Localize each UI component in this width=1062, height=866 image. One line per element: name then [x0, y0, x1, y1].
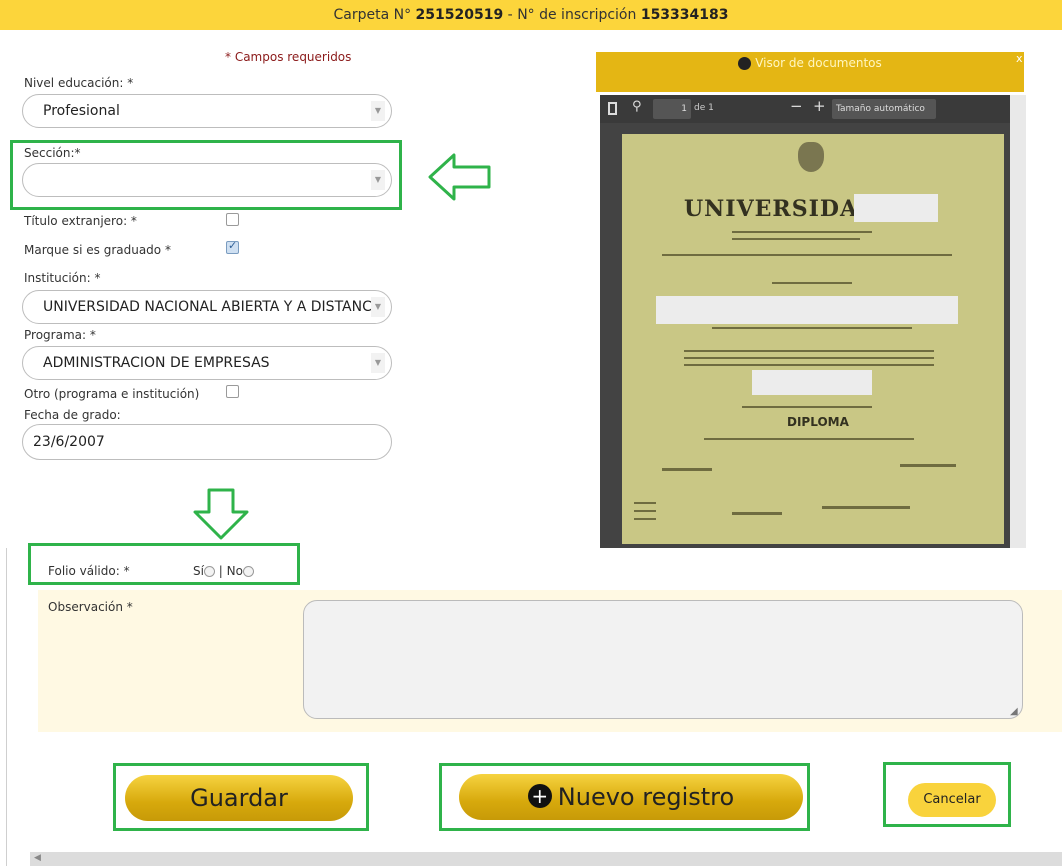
arrow-down-icon — [193, 488, 249, 540]
plus-circle-icon: + — [527, 784, 552, 808]
arrow-left-icon — [428, 153, 491, 201]
guardar-button[interactable]: Guardar — [125, 775, 353, 821]
folio-no-radio[interactable] — [242, 566, 254, 577]
diploma-text-line — [742, 406, 872, 408]
programa-select[interactable]: ADMINISTRACION DE EMPRESAS ▼ — [22, 346, 392, 380]
diploma-text-line — [662, 254, 952, 256]
institucion-label: Institución: * — [24, 271, 101, 285]
cancelar-button[interactable]: Cancelar — [908, 783, 996, 817]
signature-mark — [732, 512, 782, 515]
chevron-down-icon: ▼ — [371, 170, 385, 190]
search-icon[interactable]: ⚲ — [632, 99, 642, 114]
chevron-down-icon: ▼ — [371, 353, 385, 373]
observacion-textarea[interactable] — [303, 600, 1023, 719]
pdf-toolbar: ⚲ 1 de 1 − + Tamaño automático — [600, 95, 1010, 123]
carpeta-label: Carpeta N° — [333, 7, 412, 23]
seccion-select[interactable]: ▼ — [22, 163, 392, 197]
otro-checkbox[interactable] — [226, 385, 239, 398]
diploma-text-line — [634, 502, 656, 504]
inscripcion-label: N° de inscripción — [517, 7, 637, 23]
folio-valido-label: Folio válido: * — [48, 564, 130, 578]
chevron-down-icon: ▼ — [371, 101, 385, 121]
folio-yes-radio[interactable] — [203, 566, 215, 577]
nuevo-registro-button[interactable]: + Nuevo registro — [459, 774, 803, 820]
fecha-grado-label: Fecha de grado: — [24, 408, 121, 422]
inscripcion-number: 153334183 — [640, 7, 729, 23]
redacted-block — [854, 194, 938, 222]
redacted-block — [752, 370, 872, 395]
scroll-left-icon[interactable]: ◀ — [34, 853, 41, 863]
zoom-select[interactable]: Tamaño automático — [832, 99, 936, 119]
diploma-text-line — [772, 282, 852, 284]
diploma-text-line — [712, 327, 912, 329]
seccion-label: Sección:* — [24, 146, 81, 160]
programa-label: Programa: * — [24, 328, 96, 342]
signature-mark — [900, 464, 956, 467]
viewer-scrollbar[interactable] — [1010, 95, 1026, 548]
nivel-educacion-value: Profesional — [43, 103, 120, 119]
coat-of-arms-icon — [798, 142, 824, 172]
nivel-educacion-label: Nivel educación: * — [24, 76, 134, 90]
signature-mark — [822, 506, 910, 509]
diploma-text-line — [704, 438, 914, 440]
graduado-label: Marque si es graduado * — [24, 243, 171, 257]
diploma-text-line — [634, 518, 656, 520]
required-fields-note: * Campos requeridos — [225, 50, 352, 64]
folio-no-label: No — [226, 564, 243, 578]
diploma-text-line — [732, 238, 860, 240]
titulo-extranjero-label: Título extranjero: * — [24, 214, 137, 228]
otro-label: Otro (programa e institución) — [24, 387, 200, 401]
folder-banner: Carpeta N° 251520519 - N° de inscripción… — [0, 0, 1062, 30]
diploma-text-line — [684, 364, 934, 366]
titulo-extranjero-checkbox[interactable] — [226, 213, 239, 226]
observacion-label: Observación * — [48, 600, 133, 614]
diploma-text-line — [732, 231, 872, 233]
folio-separator: | — [218, 564, 223, 578]
viewer-logo-icon — [738, 57, 752, 70]
nivel-educacion-select[interactable]: Profesional ▼ — [22, 94, 392, 128]
zoom-out-button[interactable]: − — [790, 97, 803, 115]
banner-separator: - — [507, 7, 513, 23]
viewer-close-button[interactable]: x — [1016, 52, 1023, 65]
sidebar-toggle-icon[interactable] — [608, 102, 617, 115]
panel-border — [6, 548, 7, 866]
diploma-text-line — [684, 350, 934, 352]
signature-mark — [662, 468, 712, 471]
nuevo-registro-label: Nuevo registro — [557, 783, 735, 811]
page-number-input[interactable]: 1 — [653, 99, 691, 119]
programa-value: ADMINISTRACION DE EMPRESAS — [43, 355, 270, 371]
viewer-title: Visor de documentos — [755, 56, 882, 70]
fecha-grado-input[interactable]: 23/6/2007 — [22, 424, 392, 460]
resize-handle-icon[interactable]: ◢ — [1010, 706, 1018, 717]
folio-options: Sí | No — [193, 564, 254, 578]
institucion-select[interactable]: UNIVERSIDAD NACIONAL ABIERTA Y A DISTANC… — [22, 290, 392, 324]
institucion-value: UNIVERSIDAD NACIONAL ABIERTA Y A DISTANC… — [43, 299, 373, 315]
zoom-in-button[interactable]: + — [813, 97, 826, 115]
chevron-down-icon: ▼ — [371, 297, 385, 317]
horizontal-scrollbar[interactable] — [30, 852, 1062, 866]
viewer-header: Visor de documentos — [596, 52, 1024, 92]
folio-yes-label: Sí — [193, 564, 204, 578]
diploma-text-line — [684, 357, 934, 359]
diploma-text-line — [634, 510, 656, 512]
diploma-document-image: UNIVERSIDAD DE DIPLOMA — [622, 134, 1004, 544]
diploma-title: DIPLOMA — [787, 415, 849, 429]
carpeta-number: 251520519 — [415, 7, 504, 23]
page-count: de 1 — [694, 103, 714, 113]
redacted-block — [656, 296, 958, 324]
graduado-checkbox[interactable] — [226, 239, 239, 254]
